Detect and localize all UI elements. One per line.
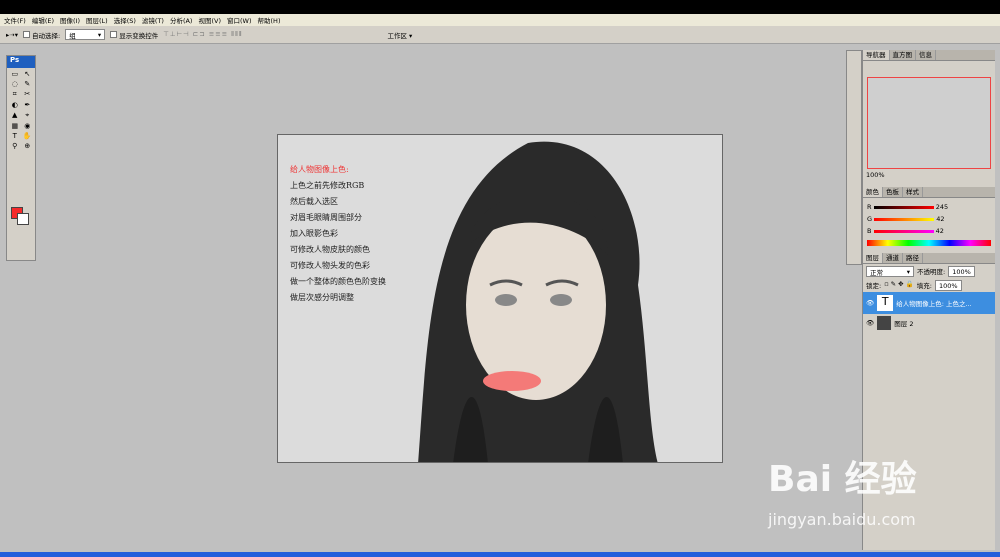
spectrum-bar[interactable] (867, 240, 991, 246)
g-label: G (867, 215, 873, 223)
tool-icon[interactable]: ↖ (23, 70, 33, 78)
lock-icons[interactable]: ▫ ✎ ✥ 🔒 (884, 280, 914, 291)
tab-paths[interactable]: 路径 (903, 253, 923, 263)
navigator-tabs: 导航器 直方图 信息 (863, 50, 995, 61)
note-line: 加入眼影色彩 (290, 229, 338, 238)
tab-color[interactable]: 颜色 (863, 187, 883, 197)
fill-label: 填充: (916, 282, 932, 290)
tool-icon[interactable]: ⚲ (10, 142, 20, 150)
workspace-label: 工作区 (387, 31, 407, 40)
transform-label: 显示变换控件 (119, 31, 159, 40)
layer-name: 给人物图像上色: 上色之... (896, 300, 972, 308)
tab-navigator[interactable]: 导航器 (863, 50, 890, 60)
note-line: 做一个整体的颜色色阶变换 (290, 277, 386, 286)
background-color-swatch[interactable] (17, 213, 29, 225)
tab-styles[interactable]: 样式 (903, 187, 923, 197)
auto-select-value: 组 (69, 31, 76, 40)
blend-row: 正常 ▾ 不透明度: 100% (863, 264, 995, 279)
blend-mode-value: 正常 (870, 268, 883, 277)
auto-select-dropdown[interactable]: 组 ▾ (65, 29, 106, 40)
note-line: 然后载入选区 (290, 197, 338, 206)
tool-grid: ▭ ↖ ◌ ✎ ⌗ ✂ ◐ ✒ ▲ ⌖ ▦ ◉ T ✋ ⚲ ⊕ (7, 68, 35, 152)
align-icons[interactable]: ⊤⊥⊢⊣ ⊏⊐ ≡≡≡ ⫴⫴⫴ (163, 30, 242, 39)
auto-select-checkbox[interactable]: 自动选择: (22, 30, 61, 40)
chevron-down-icon: ▾ (97, 30, 102, 39)
layer-thumbnail: T (877, 295, 894, 311)
note-line: 对眉毛眼睛周围部分 (290, 213, 362, 222)
tool-icon[interactable]: ◌ (10, 80, 20, 88)
tool-icon[interactable]: ⌗ (10, 90, 20, 99)
eye-icon[interactable]: 👁 (866, 319, 874, 327)
tool-icon[interactable]: ✎ (23, 80, 33, 88)
panel-dock-icons[interactable] (846, 50, 862, 265)
watermark-url: jingyan.baidu.com (768, 510, 916, 529)
taskbar (0, 552, 1000, 557)
tool-icon[interactable]: T (10, 132, 20, 140)
tool-icon[interactable]: ⊕ (23, 142, 33, 150)
color-tabs: 颜色 色板 样式 (863, 187, 995, 198)
menu-item[interactable]: 视图(V) (198, 15, 221, 25)
menu-item[interactable]: 帮助(H) (258, 15, 281, 25)
menu-item[interactable]: 编辑(E) (32, 15, 54, 25)
b-label: B (867, 227, 872, 235)
tool-icon[interactable]: ◉ (23, 122, 33, 130)
opacity-field[interactable]: 100% (948, 266, 975, 277)
b-value[interactable]: 42 (936, 227, 944, 235)
layers-tabs: 图层 通道 路径 (863, 253, 995, 264)
g-value[interactable]: 42 (936, 215, 944, 223)
r-value[interactable]: 245 (936, 203, 948, 211)
lock-row: 锁定: ▫ ✎ ✥ 🔒 填充: 100% (863, 279, 995, 292)
menu-item[interactable]: 滤镜(T) (142, 15, 164, 25)
watermark-brand: Bai 经验 (768, 459, 917, 500)
tool-icon[interactable]: ✋ (23, 132, 33, 140)
blend-mode-dropdown[interactable]: 正常 ▾ (866, 266, 914, 277)
lock-label: 锁定: (866, 282, 882, 290)
ps-logo: Ps (7, 56, 35, 68)
eye-icon[interactable]: 👁 (866, 299, 874, 307)
tab-info[interactable]: 信息 (916, 50, 936, 60)
layer-row[interactable]: 👁 T 给人物图像上色: 上色之... (863, 292, 995, 314)
menu-bar: 文件(F) 编辑(E) 图像(I) 图层(L) 选择(S) 滤镜(T) 分析(A) 视图(V)… (0, 14, 1000, 26)
opacity-label: 不透明度: (917, 268, 946, 276)
tab-channels[interactable]: 通道 (883, 253, 903, 263)
note-line: 可修改人物头发的色彩 (290, 261, 370, 270)
note-line: 上色之前先修改RGB (290, 181, 365, 190)
toolbox: Ps ▭ ↖ ◌ ✎ ⌗ ✂ ◐ ✒ ▲ ⌖ ▦ ◉ T ✋ ⚲ ⊕ (6, 55, 36, 261)
tab-histogram[interactable]: 直方图 (890, 50, 916, 60)
note-line: 给人物图像上色: (290, 165, 349, 174)
color-sliders: R 245 G 42 B 42 (863, 198, 995, 249)
menu-item[interactable]: 图层(L) (86, 15, 108, 25)
note-line: 可修改人物皮肤的颜色 (290, 245, 370, 254)
tool-icon[interactable]: ✒ (23, 101, 33, 109)
layer-name: 图层 2 (894, 320, 914, 328)
tool-icon[interactable]: ⌖ (23, 111, 33, 120)
tab-layers[interactable]: 图层 (863, 253, 883, 263)
tool-icon[interactable]: ✂ (23, 90, 33, 99)
options-bar: ▸⇢▾ 自动选择: 组 ▾ 显示变换控件 ⊤⊥⊢⊣ ⊏⊐ ≡≡≡ ⫴⫴⫴ 工作区 … (0, 26, 1000, 44)
auto-select-label: 自动选择: (31, 31, 61, 40)
tool-icon[interactable]: ▭ (10, 70, 20, 78)
move-tool-icon[interactable]: ▸⇢▾ (6, 31, 18, 39)
tool-icon[interactable]: ▦ (10, 122, 20, 130)
layer-thumbnail (877, 316, 892, 330)
fill-field[interactable]: 100% (935, 280, 962, 291)
navigator-zoom[interactable]: 100% (863, 169, 995, 181)
document-canvas[interactable]: 给人物图像上色: 上色之前先修改RGB 然后载入选区 对眉毛眼睛周围部分 加入眼… (277, 134, 723, 463)
menu-item[interactable]: 图像(I) (60, 15, 80, 25)
layer-row[interactable]: 👁 图层 2 (863, 314, 995, 332)
r-label: R (867, 203, 872, 211)
menu-item[interactable]: 选择(S) (114, 15, 136, 25)
instruction-text: 给人物图像上色: 上色之前先修改RGB 然后载入选区 对眉毛眼睛周围部分 加入眼… (290, 162, 386, 306)
note-line: 做层次感分明调整 (290, 293, 354, 302)
menu-item[interactable]: 文件(F) (4, 15, 26, 25)
tool-icon[interactable]: ▲ (10, 111, 20, 120)
navigator-preview[interactable] (867, 77, 991, 169)
workspace-menu[interactable]: 工作区 ▾ (387, 30, 412, 40)
transform-checkbox[interactable]: 显示变换控件 (110, 30, 158, 40)
tool-icon[interactable]: ◐ (10, 101, 20, 109)
tab-swatches[interactable]: 色板 (883, 187, 903, 197)
menu-item[interactable]: 分析(A) (170, 15, 193, 25)
menu-item[interactable]: 窗口(W) (227, 15, 252, 25)
